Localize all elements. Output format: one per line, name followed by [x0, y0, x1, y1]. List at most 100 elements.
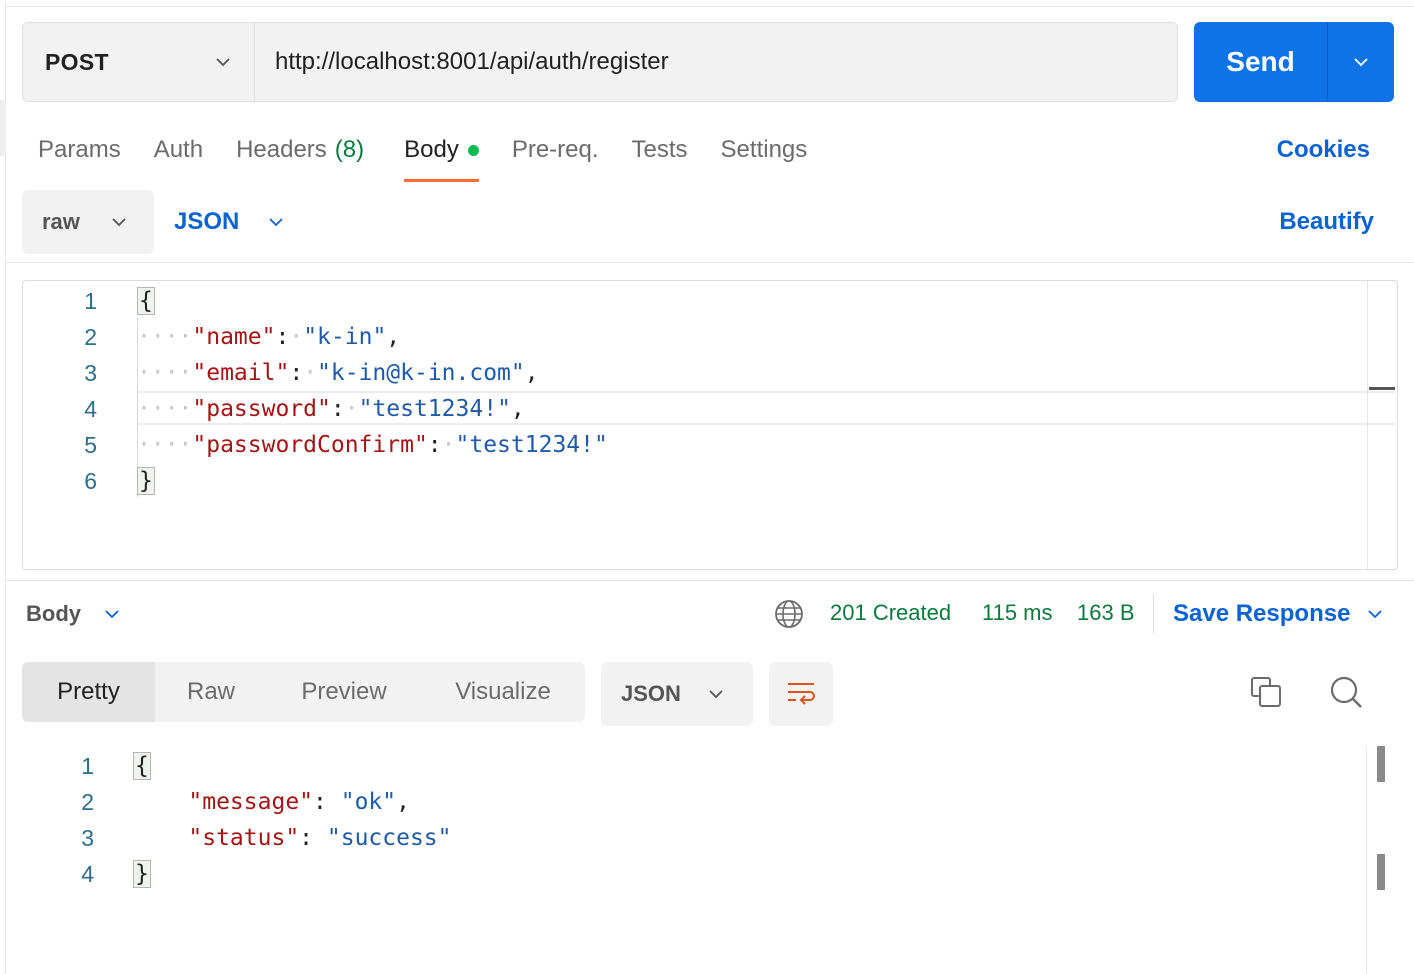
code-text: ····"passwordConfirm":·"test1234!"	[137, 432, 608, 458]
top-divider	[6, 6, 1414, 7]
json-value: "test1234!"	[358, 396, 511, 422]
tab-label: Auth	[153, 136, 204, 163]
chevron-down-icon	[101, 603, 123, 625]
scrollbar-marker	[1369, 387, 1395, 390]
response-body-viewer[interactable]: 1 { 2 "message": "ok", 3 "status": "succ…	[0, 746, 1366, 974]
body-language-select[interactable]: JSON	[174, 190, 287, 254]
body-type-label: raw	[42, 209, 80, 234]
method-select[interactable]: POST	[23, 23, 255, 101]
view-raw[interactable]: Raw	[155, 662, 267, 722]
line-number: 4	[81, 860, 94, 887]
url-bar: POST http://localhost:8001/api/auth/regi…	[22, 22, 1178, 102]
scrollbar-thumb[interactable]	[1377, 746, 1385, 782]
response-format-label: JSON	[621, 681, 681, 706]
line-number: 3	[81, 824, 94, 851]
json-key: "passwordConfirm"	[192, 432, 428, 458]
json-value: "k-in"	[303, 324, 387, 350]
line-number: 5	[84, 431, 97, 458]
tab-headers[interactable]: Headers (8)	[236, 128, 364, 172]
line-number: 2	[84, 323, 97, 350]
view-visualize[interactable]: Visualize	[421, 662, 585, 722]
chevron-down-icon	[108, 211, 130, 233]
json-value: "ok"	[340, 789, 397, 815]
code-line: 4 }	[0, 856, 1366, 892]
method-label: POST	[45, 48, 109, 75]
json-value: "test1234!"	[455, 432, 608, 458]
chevron-down-icon	[265, 211, 287, 233]
chevron-down-icon	[212, 51, 234, 73]
wrap-lines-button[interactable]	[769, 662, 833, 726]
response-status[interactable]: 201 Created	[830, 600, 951, 626]
code-text: {	[133, 752, 151, 780]
code-line: 5 ····"passwordConfirm":·"test1234!"	[23, 427, 1369, 463]
tab-params[interactable]: Params	[38, 128, 121, 172]
json-key: "password"	[192, 396, 331, 422]
code-text: "status": "success"	[188, 825, 452, 851]
tab-tests[interactable]: Tests	[632, 128, 688, 172]
code-line: 6 }	[23, 463, 1369, 499]
response-section-select[interactable]: Body	[26, 596, 123, 632]
body-type-select[interactable]: raw	[22, 190, 154, 254]
body-modified-dot	[467, 144, 479, 156]
tab-settings[interactable]: Settings	[721, 128, 808, 172]
tab-label: Settings	[720, 136, 808, 163]
scrollbar-thumb[interactable]	[1377, 854, 1385, 890]
code-line: 1 {	[0, 748, 1366, 784]
tab-label: Pre-req.	[511, 136, 599, 163]
code-text: }	[137, 467, 155, 495]
body-language-label: JSON	[174, 208, 240, 235]
send-options-button[interactable]	[1328, 22, 1394, 102]
request-body-editor[interactable]: 1 { 2 ····"name":·"k-in", 3 ····"email":…	[22, 280, 1398, 570]
chevron-down-icon	[1350, 51, 1372, 73]
response-format-select[interactable]: JSON	[601, 662, 753, 726]
tab-label: Tests	[631, 136, 688, 163]
divider	[6, 262, 1414, 263]
globe-icon[interactable]	[774, 599, 804, 629]
code-line: 2 ····"name":·"k-in",	[23, 319, 1369, 355]
json-value: "success"	[326, 825, 452, 851]
json-punct: ,	[386, 324, 401, 350]
json-key: "name"	[192, 324, 276, 350]
tab-label: Params	[38, 136, 121, 163]
json-key: "status"	[188, 825, 300, 851]
response-time[interactable]: 115 ms	[982, 600, 1053, 626]
save-response-button[interactable]: Save Response	[1173, 596, 1386, 632]
line-number: 1	[81, 752, 94, 779]
search-button[interactable]	[1326, 674, 1366, 714]
editor-scrollbar[interactable]	[1367, 281, 1397, 569]
brace: }	[137, 467, 155, 495]
code-text: }	[133, 860, 151, 888]
view-preview[interactable]: Preview	[267, 662, 421, 722]
code-line: 1 {	[23, 283, 1369, 319]
brace: {	[137, 287, 155, 315]
view-pretty[interactable]: Pretty	[22, 662, 155, 722]
url-input[interactable]: http://localhost:8001/api/auth/register	[255, 23, 1177, 101]
tab-pre-request[interactable]: Pre-req.	[512, 128, 599, 172]
line-number: 2	[81, 788, 94, 815]
tab-body[interactable]: Body	[404, 128, 479, 182]
chevron-down-icon	[1364, 603, 1386, 625]
code-text: "message": "ok",	[188, 789, 410, 815]
code-line: 4 ····"password":·"test1234!",	[23, 391, 1369, 427]
send-button[interactable]: Send	[1194, 22, 1328, 102]
tab-auth[interactable]: Auth	[154, 128, 203, 172]
search-icon	[1328, 674, 1364, 715]
send-button-group: Send	[1194, 22, 1394, 102]
request-tabs: Params Auth Headers (8) Body Pre-req. Tes…	[38, 128, 840, 184]
copy-button[interactable]	[1248, 676, 1284, 712]
divider	[1153, 594, 1154, 634]
response-size[interactable]: 163 B	[1077, 600, 1135, 626]
copy-icon	[1249, 675, 1283, 714]
cookies-link[interactable]: Cookies	[1277, 136, 1370, 164]
brace: {	[133, 752, 151, 780]
response-section-label: Body	[26, 601, 81, 626]
side-stub	[0, 100, 6, 156]
code-text: ····"name":·"k-in",	[137, 324, 401, 350]
json-punct: ,	[510, 396, 525, 422]
save-response-label: Save Response	[1173, 600, 1351, 627]
response-scrollbar[interactable]	[1366, 746, 1414, 974]
postman-request-panel: POST http://localhost:8001/api/auth/regi…	[0, 0, 1414, 974]
beautify-button[interactable]: Beautify	[1279, 208, 1374, 236]
wrap-lines-icon	[785, 676, 817, 713]
line-number: 4	[84, 395, 97, 422]
